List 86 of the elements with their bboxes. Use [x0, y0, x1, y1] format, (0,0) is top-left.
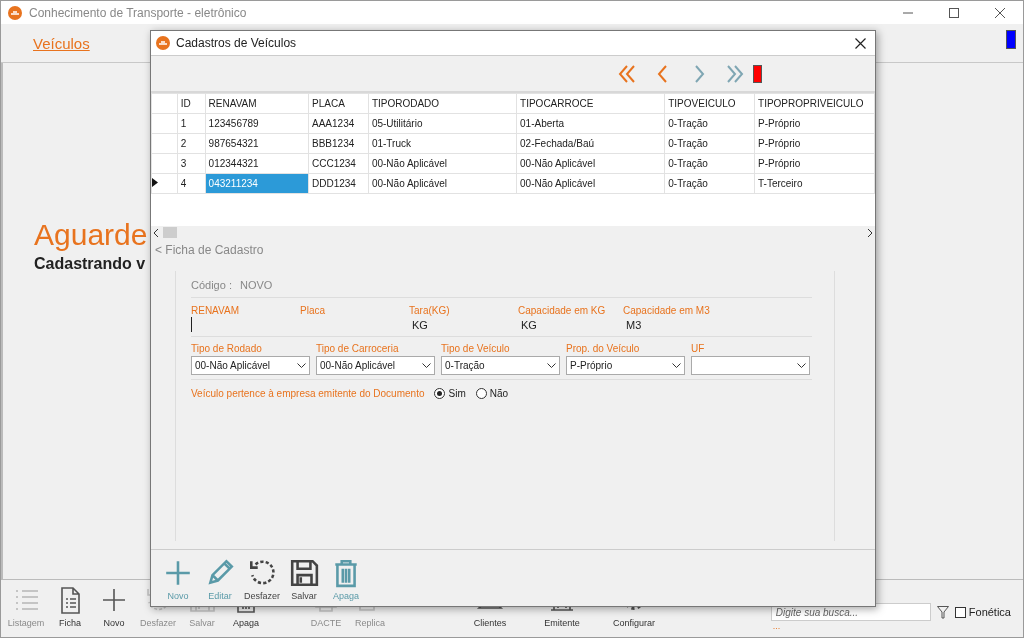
toolbar-button[interactable]: Desfazer [241, 558, 283, 606]
column-header[interactable]: TIPOCARROCE [516, 93, 665, 114]
table-cell: 2 [177, 133, 206, 154]
dropdown[interactable]: 0-Tração [441, 356, 560, 375]
table-cell: 05-Utilitário [368, 113, 517, 134]
checkbox-label: Fonética [968, 606, 1011, 618]
table-cell: AAA1234 [308, 113, 369, 134]
table-cell: P-Próprio [754, 133, 875, 154]
table-cell: P-Próprio [754, 153, 875, 174]
plus-icon [163, 558, 193, 588]
field-label: Capacidade em M3 [623, 305, 711, 316]
column-header[interactable]: RENAVAM [205, 93, 309, 114]
field-label: Capacidade em KG [518, 305, 607, 316]
table-cell: 0-Tração [664, 153, 755, 174]
code-label: Código : [191, 279, 232, 291]
radio-button[interactable]: Sim [434, 388, 466, 399]
table-cell: 3 [177, 153, 206, 174]
status-heading: Aguarde [34, 217, 148, 253]
table-cell: 4 [177, 173, 206, 194]
status-subheading: Cadastrando v [34, 255, 147, 273]
status-indicator [1006, 30, 1016, 49]
table-cell: 01-Truck [368, 133, 517, 154]
table-cell: T-Terceiro [754, 173, 875, 194]
app-logo-icon [156, 36, 170, 50]
app-logo-icon [8, 5, 22, 20]
input-field[interactable]: M3 [623, 317, 716, 332]
scroll-left-icon[interactable] [153, 228, 159, 237]
table-cell: P-Próprio [754, 113, 875, 134]
caret-icon [547, 362, 556, 369]
field-label: UF [691, 343, 706, 354]
table-cell: 00-Não Aplicável [368, 173, 517, 194]
table-cell: 00-Não Aplicável [516, 153, 665, 174]
radio-button[interactable]: Não [475, 388, 509, 399]
field-label: Tara(KG) [409, 305, 451, 316]
plus-icon [100, 586, 128, 614]
column-header[interactable]: TIPOVEICULO [664, 93, 755, 114]
column-header[interactable]: TIPOPROPRIVEICULO [754, 93, 875, 114]
dropdown[interactable]: 00-Não Aplicável [191, 356, 310, 375]
toolbar-button[interactable]: Novo [93, 586, 135, 628]
caret-icon [422, 362, 431, 369]
row-pointer-icon [152, 178, 158, 187]
table-cell: 987654321 [205, 133, 309, 154]
table-cell: 0-Tração [664, 133, 755, 154]
toolbar-button[interactable]: Salvar [283, 558, 325, 606]
scrollbar-thumb[interactable] [163, 227, 177, 238]
field-label: Tipo de Veículo [441, 343, 511, 354]
table-cell: 0-Tração [664, 173, 755, 194]
column-header[interactable]: PLACA [308, 93, 369, 114]
code-value: NOVO [240, 279, 273, 291]
dropdown[interactable]: 00-Não Aplicável [316, 356, 435, 375]
field-label: Tipo de Rodado [191, 343, 263, 354]
dialog-title: Cadastros de Veículos [176, 36, 298, 50]
table-cell: 01-Aberta [516, 113, 665, 134]
table-cell: 123456789 [205, 113, 309, 134]
scroll-right-icon[interactable] [867, 228, 873, 237]
maximize-icon [949, 7, 959, 18]
table-cell: BBB1234 [308, 133, 369, 154]
table-cell: 02-Fechada/Baú [516, 133, 665, 154]
field-label: RENAVAM [191, 305, 240, 316]
status-indicator [753, 64, 762, 83]
question-label: Veículo pertence à empresa emitente do Documento [191, 388, 425, 399]
column-header[interactable]: ID [177, 93, 206, 114]
caret-icon [297, 362, 306, 369]
table-cell: DDD1234 [308, 173, 369, 194]
table-cell: 1 [177, 113, 206, 134]
close-icon [995, 7, 1005, 18]
table-cell: CCC1234 [308, 153, 369, 174]
table-cell: 0-Tração [664, 113, 755, 134]
input-field[interactable]: KG [409, 317, 502, 332]
dropdown[interactable]: P-Próprio [566, 356, 685, 375]
table-cell: 00-Não Aplicável [516, 173, 665, 194]
toolbar-button[interactable]: Ficha [49, 586, 91, 628]
phonetic-checkbox[interactable] [954, 606, 966, 618]
input-field[interactable]: KG [518, 317, 611, 332]
field-label: Prop. do Veículo [566, 343, 641, 354]
filter-icon[interactable] [936, 605, 949, 619]
table-cell: 012344321 [205, 153, 309, 174]
table-cell: 00-Não Aplicável [368, 153, 517, 174]
close-icon [854, 37, 866, 49]
caret-icon [672, 362, 681, 369]
field-label: Tipo de Carroceria [316, 343, 400, 354]
caret-icon [797, 362, 806, 369]
field-label: Placa [300, 305, 326, 316]
window-title: Conhecimento de Transporte - eletrônico [29, 5, 248, 20]
column-header[interactable]: TIPORODADO [368, 93, 517, 114]
dropdown[interactable] [691, 356, 810, 375]
